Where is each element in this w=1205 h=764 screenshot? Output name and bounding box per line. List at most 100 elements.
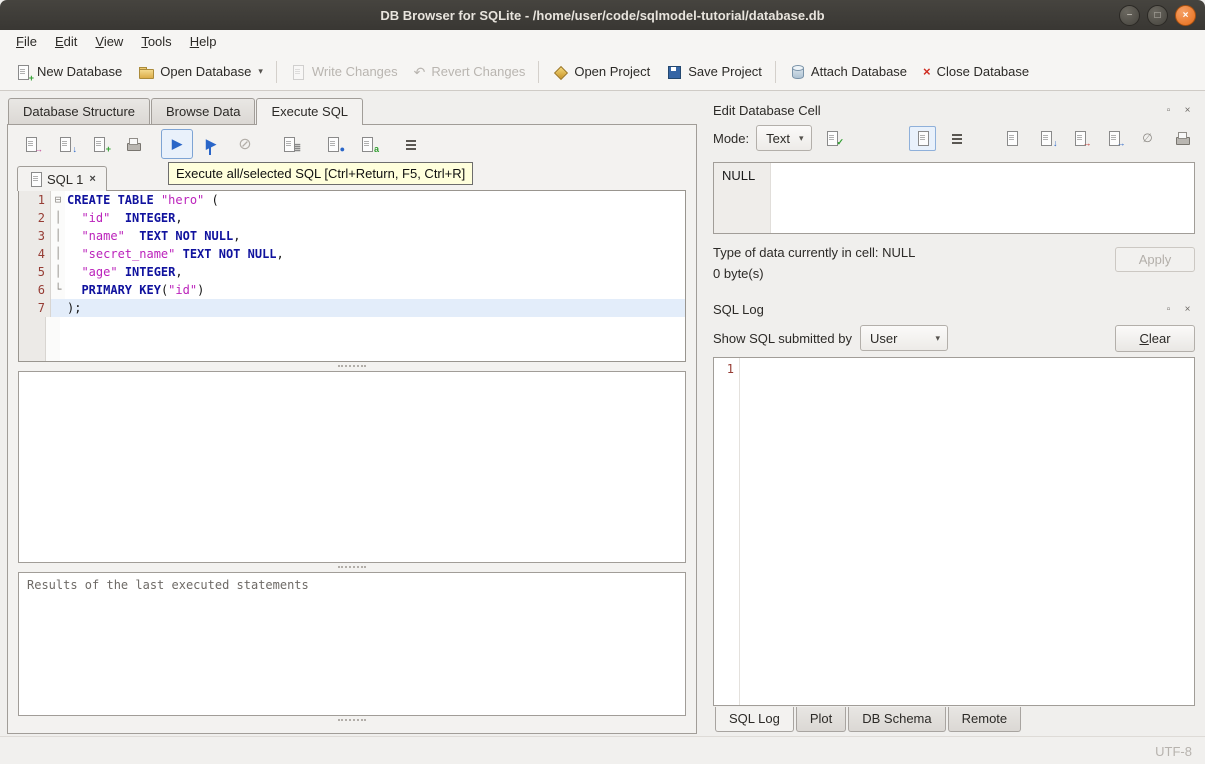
execute-line-icon: ▶ bbox=[206, 136, 216, 155]
write-changes-icon bbox=[290, 64, 306, 80]
cell-size-info: 0 byte(s) bbox=[713, 266, 764, 281]
sql-editor[interactable]: 1 ⊟ CREATE TABLE "hero" (2 │ "id" INTEGER, 3… bbox=[18, 190, 686, 362]
close-database-button[interactable]: × Close Database bbox=[915, 59, 1037, 84]
dock-float-icon[interactable]: ▫ bbox=[1161, 103, 1176, 117]
editor-line[interactable]: 4 │ "secret_name" TEXT NOT NULL, bbox=[19, 245, 685, 263]
menu-tools[interactable]: Tools bbox=[132, 32, 180, 51]
tab-database-structure[interactable]: Database Structure bbox=[8, 98, 151, 124]
status-bar: UTF-8 bbox=[0, 736, 1205, 764]
open-project-button[interactable]: Open Project bbox=[544, 59, 658, 85]
tab-execute-sql[interactable]: Execute SQL bbox=[256, 98, 364, 125]
attach-database-label: Attach Database bbox=[810, 64, 908, 79]
close-tab-icon[interactable]: × bbox=[89, 173, 95, 185]
maximize-button[interactable]: □ bbox=[1147, 5, 1168, 26]
log-content[interactable] bbox=[740, 358, 1194, 705]
export-cell-button[interactable]: → bbox=[1100, 126, 1127, 151]
fold-marker-icon: │ bbox=[51, 263, 65, 281]
tooltip-text: Execute all/selected SQL [Ctrl+Return, F… bbox=[176, 166, 466, 181]
import-cell-button[interactable]: → bbox=[1066, 126, 1093, 151]
find-replace-button[interactable]: ● bbox=[317, 129, 349, 159]
open-database-icon bbox=[138, 64, 155, 80]
attach-database-button[interactable]: Attach Database bbox=[781, 59, 915, 85]
set-null-button[interactable]: ∅ bbox=[1134, 126, 1161, 151]
fold-marker-icon: │ bbox=[51, 209, 65, 227]
text-view-button[interactable] bbox=[909, 125, 936, 151]
execute-all-icon: ▶ bbox=[172, 136, 182, 151]
minimize-button[interactable]: − bbox=[1119, 5, 1140, 26]
print-cell-button[interactable] bbox=[1168, 126, 1195, 151]
tab-remote[interactable]: Remote bbox=[947, 707, 1022, 732]
results-placeholder: Results of the last executed statements bbox=[27, 578, 309, 592]
copy-cell-button[interactable] bbox=[998, 126, 1025, 151]
editor-line[interactable]: 7); bbox=[19, 299, 685, 317]
word-wrap-button[interactable] bbox=[395, 129, 427, 159]
dock-close-icon[interactable]: × bbox=[1180, 302, 1195, 316]
submitted-by-select[interactable]: User ▾ bbox=[859, 325, 948, 351]
editor-line[interactable]: 3 │ "name" TEXT NOT NULL, bbox=[19, 227, 685, 245]
close-button[interactable]: × bbox=[1175, 5, 1196, 26]
editor-line[interactable]: 5 │ "age" INTEGER, bbox=[19, 263, 685, 281]
print-icon bbox=[1174, 130, 1190, 146]
toolbar-separator bbox=[774, 60, 776, 83]
menu-edit[interactable]: Edit bbox=[46, 32, 86, 51]
line-number: 6 bbox=[19, 281, 51, 299]
execute-all-button[interactable]: ▶ bbox=[161, 129, 193, 159]
text-view-icon bbox=[915, 130, 931, 146]
save-cell-button[interactable]: ↓ bbox=[1032, 126, 1059, 151]
sql-document-tab[interactable]: SQL 1 × bbox=[17, 166, 107, 191]
horizontal-splitter[interactable] bbox=[8, 362, 696, 371]
execute-line-button[interactable]: ▶ bbox=[195, 129, 227, 159]
editor-line[interactable]: 2 │ "id" INTEGER, bbox=[19, 209, 685, 227]
horizontal-splitter[interactable] bbox=[8, 563, 696, 572]
new-database-button[interactable]: + New Database bbox=[7, 59, 130, 85]
sql-log-dock-header: SQL Log ▫ × bbox=[713, 299, 1195, 319]
save-sql-file-icon: ↓ bbox=[57, 136, 77, 154]
mode-label: Mode: bbox=[713, 130, 750, 146]
save-icon: ↓ bbox=[1038, 130, 1058, 148]
cell-info: Type of data currently in cell: NULL 0 b… bbox=[713, 245, 1195, 295]
null-icon: ∅ bbox=[1142, 131, 1153, 145]
cell-type-info: Type of data currently in cell: NULL bbox=[713, 245, 916, 260]
dock-float-icon[interactable]: ▫ bbox=[1161, 302, 1176, 316]
rtl-text-button[interactable] bbox=[943, 126, 970, 151]
open-project-label: Open Project bbox=[574, 64, 651, 79]
menu-file[interactable]: File bbox=[7, 32, 46, 51]
close-database-label: Close Database bbox=[936, 64, 1030, 79]
chevron-down-icon: ▾ bbox=[798, 132, 804, 143]
tab-sql-log[interactable]: SQL Log bbox=[715, 707, 794, 732]
edit-cell-toolbar: Mode: Text ▾ ✓ ↓ → → ∅ bbox=[713, 120, 1195, 156]
tab-db-schema[interactable]: DB Schema bbox=[848, 707, 946, 732]
results-grid[interactable] bbox=[18, 371, 686, 563]
editor-line[interactable]: 6 └ PRIMARY KEY("id") bbox=[19, 281, 685, 299]
mode-select[interactable]: Text ▾ bbox=[756, 125, 812, 151]
panel-resize-grip[interactable] bbox=[8, 716, 696, 733]
cell-editor[interactable]: NULL bbox=[713, 162, 1195, 234]
app-window: DB Browser for SQLite - /home/user/code/… bbox=[0, 0, 1205, 764]
line-number: 2 bbox=[19, 209, 51, 227]
cell-value: NULL bbox=[722, 168, 756, 183]
clear-log-button[interactable]: Clear bbox=[1115, 324, 1195, 352]
tab-plot[interactable]: Plot bbox=[795, 707, 847, 732]
save-sql-file-button[interactable]: ↓ bbox=[49, 129, 81, 159]
auto-switch-mode-button[interactable]: ✓ bbox=[819, 126, 846, 151]
fold-marker-icon[interactable]: ⊟ bbox=[51, 191, 65, 209]
menu-view[interactable]: View bbox=[86, 32, 132, 51]
auto-complete-button[interactable]: a bbox=[351, 129, 383, 159]
open-database-button[interactable]: Open Database ▾ bbox=[130, 59, 271, 85]
sql-log-area[interactable]: 1 bbox=[713, 357, 1195, 706]
dock-close-icon[interactable]: × bbox=[1180, 103, 1195, 117]
save-sql-as-button[interactable]: + bbox=[83, 129, 115, 159]
export-results-icon: ≣ bbox=[281, 136, 301, 153]
export-results-button[interactable]: ≣ bbox=[273, 129, 305, 159]
save-project-button[interactable]: Save Project bbox=[658, 59, 770, 85]
open-database-dropdown-icon[interactable]: ▾ bbox=[258, 66, 263, 77]
print-sql-button[interactable] bbox=[117, 129, 149, 159]
open-sql-file-button[interactable]: → bbox=[15, 129, 47, 159]
menu-bar: File Edit View Tools Help bbox=[0, 30, 1205, 53]
editor-filler[interactable] bbox=[19, 317, 685, 361]
tab-browse-data[interactable]: Browse Data bbox=[151, 98, 256, 124]
editor-line[interactable]: 1 ⊟ CREATE TABLE "hero" ( bbox=[19, 191, 685, 209]
titlebar[interactable]: DB Browser for SQLite - /home/user/code/… bbox=[0, 0, 1205, 30]
word-wrap-icon bbox=[403, 136, 419, 152]
menu-help[interactable]: Help bbox=[181, 32, 226, 51]
